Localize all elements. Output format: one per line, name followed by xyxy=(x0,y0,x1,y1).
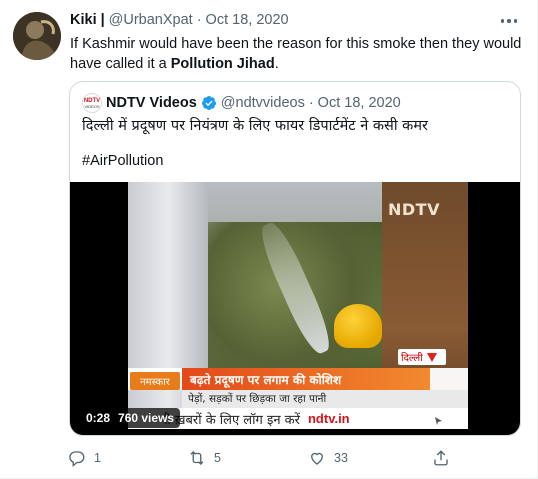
namaskar-badge: नमस्कार xyxy=(130,372,180,390)
tweet[interactable]: Kiki | @UrbanXpat · Oct 18, 2020 If Kash… xyxy=(0,0,538,479)
verified-icon xyxy=(201,95,217,111)
more-icon[interactable] xyxy=(499,12,519,30)
quoted-avatar: NDTV VIDEOS xyxy=(82,93,102,113)
like-icon xyxy=(311,452,323,465)
quoted-dot: · xyxy=(308,95,314,111)
bottom-ticker-text: री ख़बरों के लिए लॉग इन करें xyxy=(162,412,300,428)
reply-icon xyxy=(69,451,85,467)
video-helmet xyxy=(334,304,382,348)
ndtv-watermark: NDTV xyxy=(388,200,440,219)
video-frame: NDTV दिल्ली नमस्कार बढ़ते प्रदूषण पर लगा… xyxy=(128,182,468,429)
share-icon xyxy=(434,450,448,466)
cursor-arrow-icon xyxy=(435,417,442,425)
quoted-avatar-subtext: VIDEOS xyxy=(84,103,100,109)
quoted-header: NDTV VIDEOS NDTV Videos @ndtvvideos · Oc… xyxy=(82,92,401,114)
like-button[interactable]: 33 xyxy=(308,448,348,468)
location-tag: दिल्ली xyxy=(398,349,446,365)
author-avatar[interactable] xyxy=(13,12,61,60)
tweet-text-end: . xyxy=(274,56,279,72)
share-button[interactable] xyxy=(432,448,450,468)
video-player[interactable]: NDTV दिल्ली नमस्कार बढ़ते प्रदूषण पर लगा… xyxy=(70,182,520,435)
quoted-author-handle: @ndtvvideos xyxy=(220,95,305,111)
tweet-header: Kiki | @UrbanXpat · Oct 18, 2020 xyxy=(70,12,289,32)
video-meta-badge: 0:28 760 views xyxy=(80,408,181,428)
video-headline: बढ़ते प्रदूषण पर लगाम की कोशिश xyxy=(182,368,430,390)
dot-separator: · xyxy=(196,12,202,28)
retweet-count: 5 xyxy=(214,451,221,465)
retweet-button[interactable]: 5 xyxy=(188,448,221,468)
retweet-icon xyxy=(190,451,204,465)
video-duration: 0:28 xyxy=(86,411,111,425)
location-tag-text: दिल्ली xyxy=(401,353,423,364)
tweet-actions: 1 5 33 xyxy=(68,448,468,468)
quoted-date: Oct 18, 2020 xyxy=(317,95,401,111)
tweet-date[interactable]: Oct 18, 2020 xyxy=(206,12,289,32)
quoted-tweet[interactable]: NDTV VIDEOS NDTV Videos @ndtvvideos · Oc… xyxy=(69,81,521,436)
name-separator: | xyxy=(100,12,105,28)
like-count: 33 xyxy=(334,451,348,465)
quoted-hashtag[interactable]: #AirPollution xyxy=(82,151,163,171)
tweet-text-body: If Kashmir would have been the reason fo… xyxy=(70,36,522,72)
video-views: 760 views xyxy=(118,411,175,425)
tweet-text-bold: Pollution Jihad xyxy=(170,56,275,72)
quoted-text: दिल्ली में प्रदूषण पर नियंत्रण के लिए फा… xyxy=(82,118,428,134)
video-subline: पेड़ों, सड़कों पर छिड़का जा रहा पानी xyxy=(182,390,468,408)
quoted-author-name: NDTV Videos xyxy=(106,95,197,111)
reply-button[interactable]: 1 xyxy=(68,448,101,468)
author-name[interactable]: Kiki xyxy=(70,12,97,32)
author-handle[interactable]: @UrbanXpat xyxy=(109,12,193,32)
bottom-ticker-site: ndtv.in xyxy=(307,411,350,426)
reply-count: 1 xyxy=(94,451,101,465)
tweet-text: If Kashmir would have been the reason fo… xyxy=(70,34,525,74)
location-arrow-icon xyxy=(426,352,437,362)
